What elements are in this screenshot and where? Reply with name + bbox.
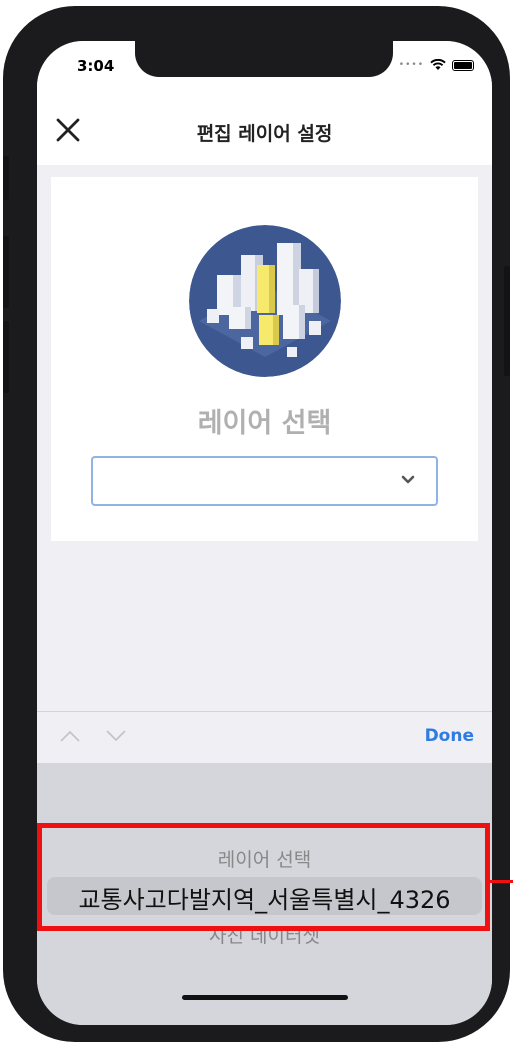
home-indicator [182,995,348,1000]
nav-bar: 편집 레이어 설정 [37,97,492,165]
layer-select-dropdown[interactable] [91,456,438,506]
city-illustration [189,225,341,377]
mute-switch [3,156,9,200]
status-bar: 3:04 •••• [37,41,492,97]
battery-icon [452,59,474,71]
chevron-down-icon[interactable] [105,728,127,744]
status-icons: •••• [399,59,474,71]
layer-select-title: 레이어 선택 [197,408,332,439]
highlight-connector [490,880,513,883]
layer-select-card: 레이어 선택 [51,177,478,541]
device-mockup: 3:04 •••• 편집 레이어 설정 레이어 선택 Done 레이어 선택 교… [0,0,513,1045]
wifi-icon [430,59,446,70]
chevron-down-icon [401,475,415,484]
volume-down-button [3,321,9,393]
picker-toolbar: Done [37,711,492,764]
status-time: 3:04 [77,57,115,75]
chevron-up-icon[interactable] [59,728,81,744]
volume-up-button [3,236,9,308]
power-button [504,266,510,376]
page-title: 편집 레이어 설정 [196,123,333,145]
notch [135,41,393,77]
cellular-dots-icon: •••• [398,60,424,70]
done-button[interactable]: Done [425,726,474,746]
highlight-box [37,823,490,931]
